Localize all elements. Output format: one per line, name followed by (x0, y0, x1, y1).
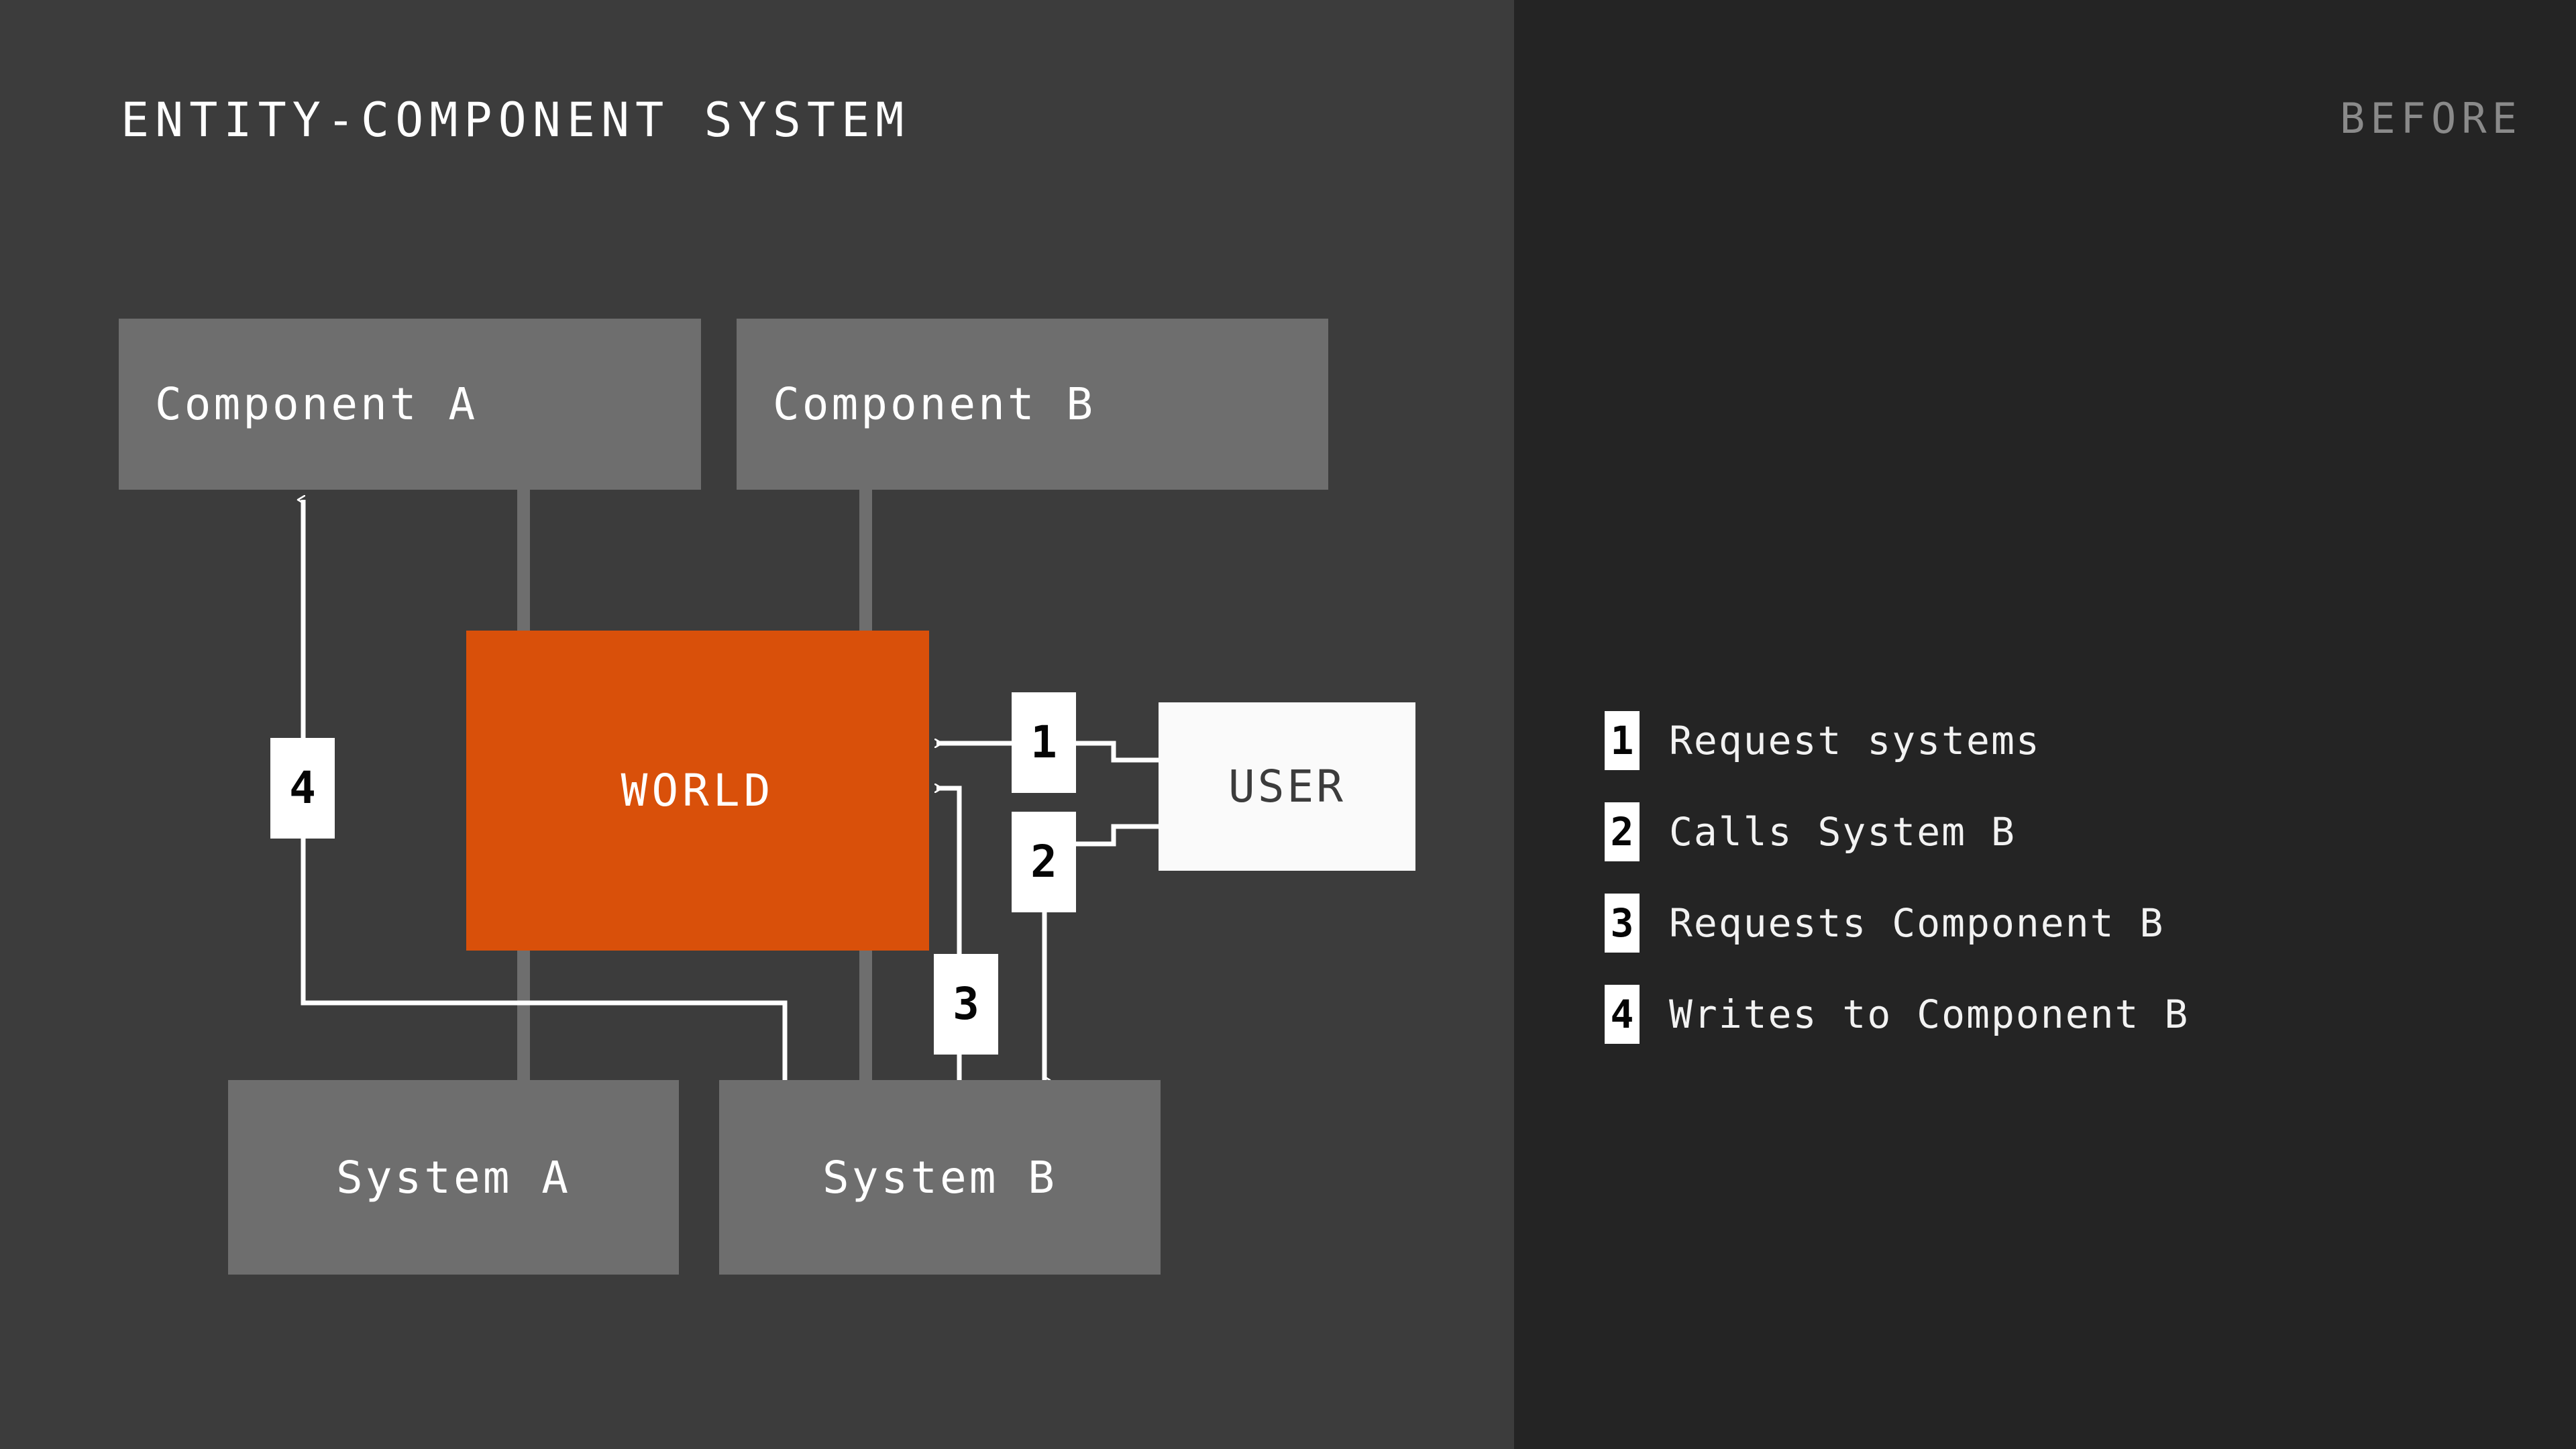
diagram-badge-3-number: 3 (953, 978, 979, 1030)
node-component-a-label: Component A (155, 378, 478, 430)
legend-badge-4: 4 (1605, 985, 1640, 1044)
node-component-b-label: Component B (773, 378, 1096, 430)
diagram-badge-1-number: 1 (1030, 716, 1057, 768)
legend-badge-1: 1 (1605, 711, 1640, 770)
legend-text-2: Calls System B (1669, 809, 2016, 855)
diagram-badge-3: 3 (934, 954, 998, 1055)
legend-text-1: Request systems (1669, 718, 2041, 763)
legend-item: 3 Requests Component B (1605, 894, 2189, 953)
node-component-a[interactable]: Component A (119, 319, 701, 490)
legend-badge-2: 2 (1605, 802, 1640, 861)
legend-text-4: Writes to Component B (1669, 991, 2190, 1037)
legend-text-3: Requests Component B (1669, 900, 2165, 946)
legend-badge-3: 3 (1605, 894, 1640, 953)
legend-list: 1 Request systems 2 Calls System B 3 Req… (1605, 711, 2189, 1044)
node-component-b[interactable]: Component B (737, 319, 1328, 490)
screenshot-stage: ENTITY-COMPONENT SYSTEM Component A Comp… (0, 0, 2576, 1449)
stage-label: BEFORE (2340, 94, 2522, 143)
node-world-label: WORLD (621, 765, 775, 816)
node-world[interactable]: WORLD (466, 631, 929, 951)
diagram-badge-2: 2 (1012, 812, 1076, 912)
diagram-badge-4: 4 (270, 738, 335, 839)
diagram-badge-4-number: 4 (289, 762, 316, 814)
node-user[interactable]: USER (1159, 702, 1415, 871)
legend-item: 1 Request systems (1605, 711, 2189, 770)
diagram-badge-1: 1 (1012, 692, 1076, 793)
diagram-panel: ENTITY-COMPONENT SYSTEM Component A Comp… (0, 0, 1514, 1449)
node-system-a-label: System A (336, 1151, 571, 1203)
diagram-badge-2-number: 2 (1030, 836, 1057, 888)
node-system-a[interactable]: System A (228, 1080, 679, 1275)
legend-item: 2 Calls System B (1605, 802, 2189, 861)
legend-item: 4 Writes to Component B (1605, 985, 2189, 1044)
node-user-label: USER (1228, 761, 1346, 812)
node-system-b[interactable]: System B (719, 1080, 1161, 1275)
node-system-b-label: System B (822, 1151, 1057, 1203)
